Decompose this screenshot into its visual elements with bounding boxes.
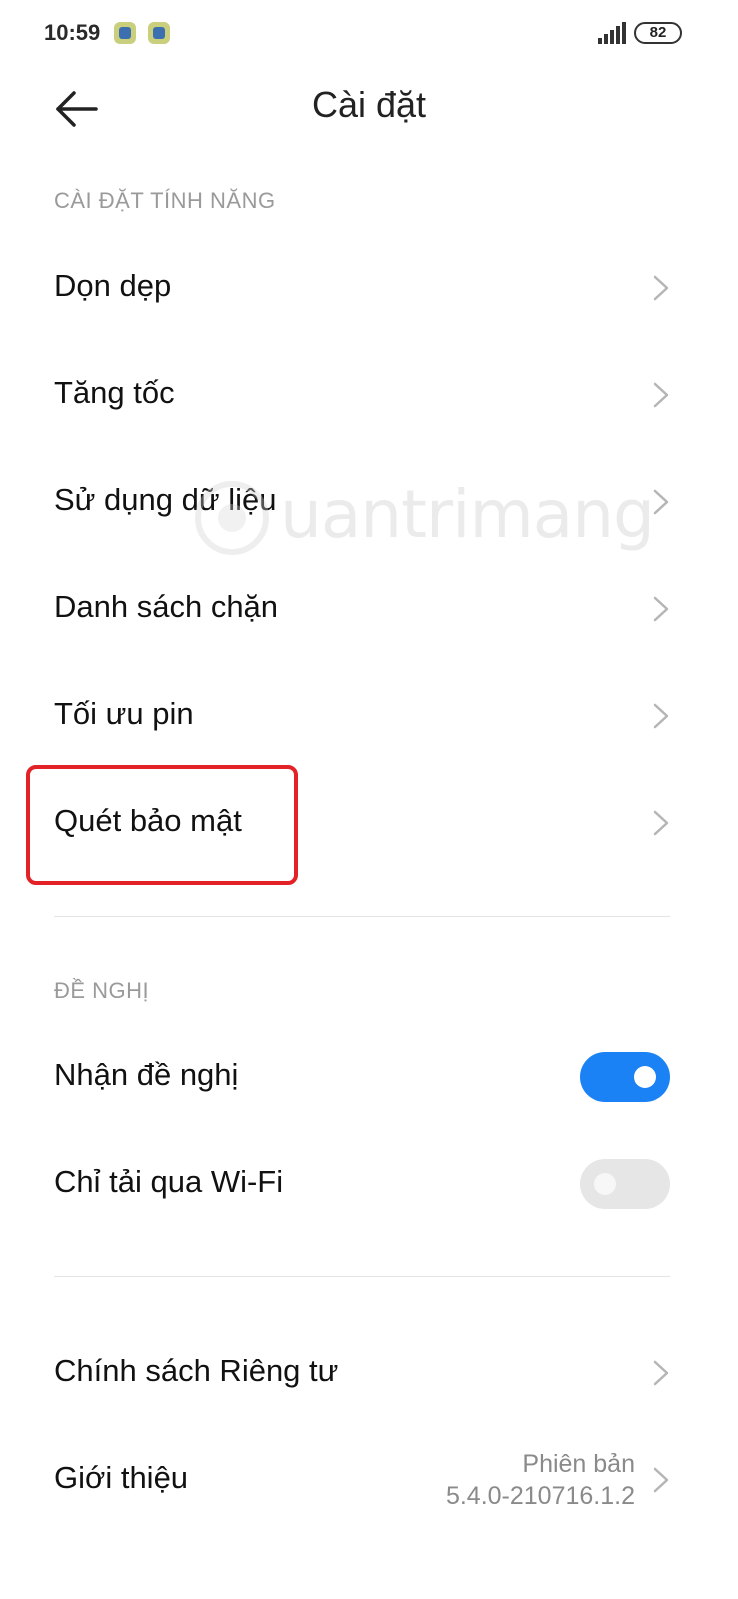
version-number: 5.4.0-210716.1.2 <box>445 1482 635 1510</box>
app-header: Cài đặt <box>0 70 738 150</box>
page-title: Cài đặt <box>311 84 427 125</box>
notification-app-icon <box>148 22 170 44</box>
menu-item-boost[interactable]: Tăng tốc <box>0 347 738 443</box>
menu-item-label: Dọn dẹp <box>54 268 172 303</box>
menu-item-data-usage[interactable]: Sử dụng dữ liệu <box>0 454 738 550</box>
version-info: Phiên bản 5.4.0-210716.1.2 <box>446 1448 635 1512</box>
chevron-right-icon <box>653 275 669 301</box>
status-bar: 10:59 82 <box>0 0 738 70</box>
toggle-label: Nhận đề nghị <box>54 1057 239 1092</box>
divider <box>54 916 670 917</box>
chevron-right-icon <box>653 810 669 836</box>
status-time: 10:59 <box>44 20 101 45</box>
section-header-features: CÀI ĐẶT TÍNH NĂNG <box>54 188 276 213</box>
toggle-knob <box>634 1066 656 1088</box>
divider <box>54 1276 670 1277</box>
menu-item-cleanup[interactable]: Dọn dẹp <box>0 240 738 336</box>
wifi-only-toggle[interactable] <box>580 1159 670 1209</box>
toggle-knob <box>594 1173 616 1195</box>
suggestions-toggle[interactable] <box>580 1052 670 1102</box>
menu-item-label: Chính sách Riêng tư <box>54 1353 339 1388</box>
version-label: Phiên bản <box>522 1450 635 1478</box>
menu-item-battery-optimize[interactable]: Tối ưu pin <box>0 668 738 764</box>
menu-item-label: Tăng tốc <box>54 375 175 410</box>
menu-item-label: Giới thiệu <box>54 1460 189 1495</box>
section-header-suggestions: ĐỀ NGHỊ <box>54 978 150 1003</box>
signal-icon <box>598 22 626 44</box>
chevron-right-icon <box>653 1360 669 1386</box>
menu-item-privacy-policy[interactable]: Chính sách Riêng tư <box>0 1325 738 1421</box>
menu-item-blocklist[interactable]: Danh sách chặn <box>0 561 738 657</box>
highlight-box <box>26 765 298 885</box>
battery-icon: 82 <box>634 22 682 44</box>
menu-item-label: Sử dụng dữ liệu <box>54 482 277 517</box>
chevron-right-icon <box>653 703 669 729</box>
menu-item-label: Tối ưu pin <box>54 696 194 731</box>
notification-app-icon <box>114 22 136 44</box>
chevron-right-icon <box>653 489 669 515</box>
toggle-label: Chỉ tải qua Wi-Fi <box>54 1164 284 1199</box>
chevron-right-icon <box>653 596 669 622</box>
chevron-right-icon <box>653 1467 669 1493</box>
menu-item-label: Danh sách chặn <box>54 589 279 624</box>
chevron-right-icon <box>653 382 669 408</box>
